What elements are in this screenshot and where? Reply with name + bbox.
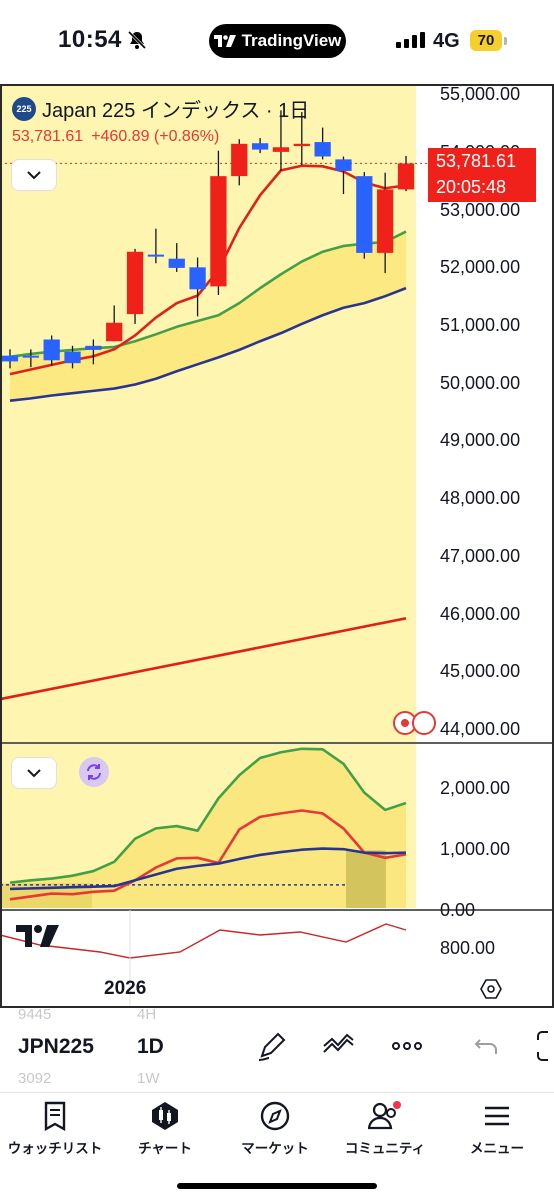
tab-label: メニュー xyxy=(470,1141,524,1156)
last-price: 53,781.61 xyxy=(12,128,84,145)
candle-body xyxy=(168,258,185,268)
menu-icon xyxy=(485,1106,509,1126)
price-tag-value: 53,781.61 xyxy=(436,151,517,171)
more-options-icon[interactable] xyxy=(390,1030,424,1062)
symbol-logo: 225 xyxy=(12,96,36,121)
candle-body xyxy=(314,142,331,157)
network-type: 4G xyxy=(433,30,460,52)
alert-marker-dot xyxy=(401,719,409,727)
watchlist-icon xyxy=(44,1101,66,1131)
chevron-down-icon xyxy=(27,769,41,778)
candle-body xyxy=(397,163,415,190)
indicator-axis-label: 800.00 xyxy=(440,938,496,958)
indicator-axis-label: 0.00 xyxy=(440,900,476,920)
clock: 10:54 xyxy=(58,26,122,53)
candle-body xyxy=(231,143,248,177)
time-axis-label: 2026 xyxy=(104,978,147,999)
candle-body xyxy=(22,355,39,358)
indicator-refresh-button[interactable] xyxy=(79,757,109,787)
symbol-title: Japan 225 インデックス · 1日 xyxy=(42,100,310,122)
price-axis-label: 53,000.00 xyxy=(440,200,521,220)
tab-menu[interactable]: メニュー xyxy=(442,1101,552,1157)
status-bar: 10:54 TradingView 4G 70 xyxy=(0,0,554,84)
battery-icon: 70 xyxy=(470,30,502,51)
price-axis-label: 51,000.00 xyxy=(440,315,521,335)
candle-body xyxy=(106,322,123,342)
compass-icon xyxy=(260,1101,290,1131)
indicator-axis-label: 2,000.00 xyxy=(440,778,511,798)
candle-body xyxy=(335,159,352,171)
candle-body xyxy=(356,176,373,253)
price-tag-countdown: 20:05:48 xyxy=(436,177,507,197)
alert-marker-icon xyxy=(412,711,436,735)
candle-body xyxy=(189,267,206,290)
candle-body xyxy=(377,189,394,253)
indicators-icon[interactable] xyxy=(322,1030,356,1062)
undo-icon[interactable] xyxy=(474,1030,500,1062)
candle-body xyxy=(293,143,310,147)
candle-body xyxy=(251,143,269,150)
symbol-header[interactable]: 225 Japan 225 インデックス · 1日 xyxy=(12,94,309,123)
lower-pane-line xyxy=(2,923,407,959)
price-summary: 53,781.61 +460.89 (+0.86%) xyxy=(12,128,219,146)
fullscreen-icon[interactable] xyxy=(536,1030,554,1062)
tradingview-logo-icon xyxy=(213,35,236,47)
app-pill-label: TradingView xyxy=(241,31,342,50)
price-axis-label: 46,000.00 xyxy=(440,604,521,624)
refresh-icon xyxy=(87,764,101,780)
tab-label: コミュニティ xyxy=(344,1141,426,1156)
candle-body xyxy=(126,251,144,315)
price-axis-label: 47,000.00 xyxy=(440,546,521,566)
community-icon xyxy=(368,1101,401,1130)
price-axis-label: 45,000.00 xyxy=(440,661,521,681)
tab-community[interactable]: コミュニティ xyxy=(330,1101,440,1157)
price-axis-label: 55,000.00 xyxy=(440,84,521,104)
tradingview-logo-icon xyxy=(16,925,59,947)
price-axis-label: 50,000.00 xyxy=(440,373,521,393)
price-change: +460.89 (+0.86%) xyxy=(91,128,220,145)
chart-highlight-zone xyxy=(2,86,416,742)
drawing-pen-icon[interactable] xyxy=(256,1030,288,1062)
candle-body xyxy=(272,147,290,152)
chart-icon xyxy=(152,1102,178,1130)
candle-body xyxy=(64,351,81,364)
signal-icon xyxy=(396,32,425,48)
candle-body xyxy=(2,355,19,362)
tab-markets[interactable]: マーケット xyxy=(220,1101,330,1157)
tab-label: マーケット xyxy=(241,1141,309,1156)
indicator-axis-label: 1,000.00 xyxy=(440,839,511,859)
candle-body xyxy=(85,345,102,350)
symbol-picker-ghost: 9445 xyxy=(18,1006,52,1023)
candle-body xyxy=(147,254,165,257)
tab-watchlist[interactable]: ウォッチリスト xyxy=(0,1101,110,1157)
legend-collapse-button[interactable] xyxy=(12,160,56,190)
indicator-collapse-button[interactable] xyxy=(12,758,56,788)
home-indicator[interactable] xyxy=(177,1183,377,1189)
tab-label: ウォッチリスト xyxy=(7,1141,103,1156)
indicator-shade-zone xyxy=(346,850,386,908)
candle-body xyxy=(210,176,227,287)
bell-slash-icon xyxy=(127,30,147,50)
interval-picker-ghost: 4H xyxy=(137,1006,157,1023)
tab-chart[interactable]: チャート xyxy=(110,1101,220,1157)
last-price-tag: 53,781.61 20:05:48 xyxy=(428,148,536,202)
price-axis-label: 48,000.00 xyxy=(440,488,521,508)
candle-body xyxy=(43,339,60,361)
symbol-selector[interactable]: JPN225 xyxy=(18,1035,94,1059)
app-indicator-pill[interactable]: TradingView xyxy=(209,24,346,58)
price-axis-label: 44,000.00 xyxy=(440,719,521,739)
battery-tip xyxy=(504,37,507,45)
interval-selector[interactable]: 1D xyxy=(137,1035,164,1059)
interval-picker-ghost: 1W xyxy=(137,1070,160,1087)
tab-label: チャート xyxy=(138,1141,192,1156)
chart-settings-icon[interactable] xyxy=(480,978,502,1000)
symbol-picker-ghost: 3092 xyxy=(18,1070,52,1087)
price-axis-label: 52,000.00 xyxy=(440,257,521,277)
price-axis-label: 49,000.00 xyxy=(440,430,521,450)
chevron-down-icon xyxy=(27,171,41,180)
